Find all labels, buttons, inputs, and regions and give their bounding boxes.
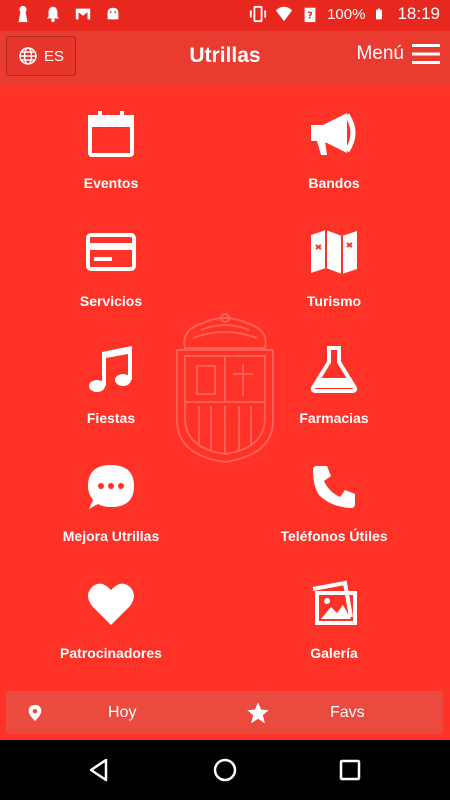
- megaphone-icon: [311, 113, 356, 155]
- tile-label: Servicios: [79, 293, 143, 309]
- hoy-button[interactable]: Hoy: [26, 691, 226, 734]
- favs-button[interactable]: Favs: [246, 691, 436, 734]
- wifi-icon: [275, 6, 293, 22]
- star-icon: [247, 701, 269, 723]
- battery-percent: 100%: [327, 5, 366, 23]
- menu-label: Menú: [356, 43, 404, 64]
- language-label: ES: [43, 47, 64, 65]
- clock: 18:19: [397, 4, 440, 23]
- signal-question-icon: ?: [304, 7, 316, 23]
- tile-mejora-utrillas[interactable]: Mejora Utrillas: [16, 448, 206, 548]
- tile-label: Patrocinadores: [60, 645, 162, 661]
- tile-label: Bandos: [308, 175, 360, 191]
- tile-bandos[interactable]: Bandos: [239, 95, 429, 195]
- tile-fiestas[interactable]: Fiestas: [16, 330, 206, 430]
- app-bar: ES Utrillas Menú: [0, 31, 450, 85]
- status-bar: ? 100% 18:19: [0, 0, 450, 31]
- tile-eventos[interactable]: Eventos: [16, 95, 206, 195]
- notification-icons: [14, 5, 122, 23]
- phone-icon: [313, 466, 355, 508]
- system-nav-bar: [0, 740, 450, 800]
- tile-telefonos-utiles[interactable]: Teléfonos Útiles: [239, 448, 429, 548]
- music-note-icon: [89, 346, 132, 392]
- tile-label: Farmacias: [299, 410, 369, 426]
- tile-servicios[interactable]: Servicios: [16, 213, 206, 313]
- keyhole-icon: [18, 5, 28, 23]
- hamburger-icon: [412, 44, 440, 64]
- home-icon[interactable]: [210, 755, 240, 785]
- tile-turismo[interactable]: Turismo: [239, 213, 429, 313]
- back-icon[interactable]: [84, 755, 114, 785]
- gmail-icon: [75, 8, 91, 20]
- tile-label: Galería: [310, 645, 358, 661]
- tile-label: Eventos: [83, 175, 139, 191]
- main-menu-grid: Eventos Bandos Servicios Turismo Fiestas…: [0, 85, 450, 740]
- bell-icon: [46, 6, 60, 23]
- tile-label: Turismo: [306, 293, 362, 309]
- tile-patrocinadores[interactable]: Patrocinadores: [16, 565, 206, 665]
- location-pin-icon: [28, 704, 42, 721]
- calendar-icon: [88, 111, 134, 157]
- tile-label: Teléfonos Útiles: [280, 528, 388, 544]
- map-icon: [311, 230, 357, 274]
- tile-galeria[interactable]: Galería: [239, 565, 429, 665]
- recents-icon[interactable]: [335, 755, 365, 785]
- gallery-icon: [312, 580, 357, 625]
- tile-label: Fiestas: [86, 410, 136, 426]
- heart-icon: [88, 583, 134, 625]
- battery-icon: [376, 8, 383, 20]
- tile-label: Mejora Utrillas: [62, 528, 160, 544]
- credit-card-icon: [86, 233, 136, 271]
- android-icon: [107, 7, 119, 20]
- flask-icon: [310, 346, 358, 393]
- svg-text:?: ?: [307, 11, 313, 22]
- vibrate-icon: [249, 5, 267, 23]
- favs-label: Favs: [330, 703, 365, 721]
- chat-bubble-icon: [88, 465, 134, 509]
- menu-button[interactable]: Menú: [356, 43, 440, 65]
- tile-farmacias[interactable]: Farmacias: [239, 330, 429, 430]
- system-indicators: ? 100% 18:19: [249, 4, 440, 24]
- globe-icon: [19, 47, 37, 65]
- bottom-bar: Hoy Favs: [6, 691, 443, 734]
- hoy-label: Hoy: [108, 703, 137, 721]
- language-button[interactable]: ES: [6, 36, 76, 76]
